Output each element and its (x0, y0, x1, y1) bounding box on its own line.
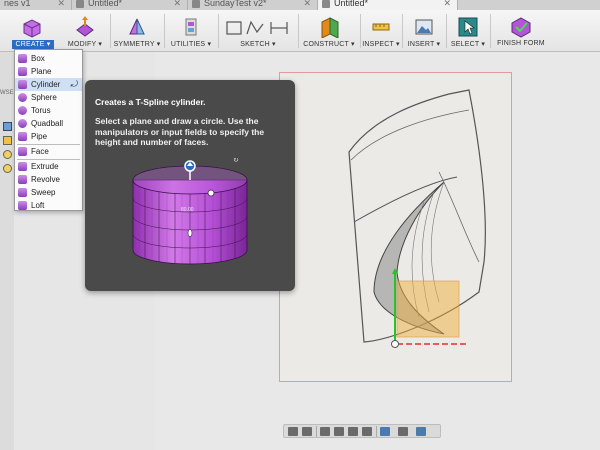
finish-form-button[interactable]: FINISH FORM (492, 10, 550, 52)
construct-menu-button[interactable]: CONSTRUCT ▾ (300, 10, 358, 52)
folder-icon[interactable] (3, 136, 12, 145)
extrude-icon (18, 162, 27, 171)
utilities-menu-button[interactable]: UTILITIES ▾ (166, 10, 216, 52)
document-icon (192, 0, 200, 8)
cylinder-icon (18, 80, 27, 89)
tooltip-description: Select a plane and draw a circle. Use th… (95, 116, 265, 147)
document-tab-bar: nes v1 ✕ Untitled* ✕ SundayTest v2* ✕ Un… (0, 0, 600, 10)
pan-icon[interactable] (320, 427, 330, 436)
loft-icon (18, 201, 27, 210)
menu-item-quadball[interactable]: Quadball (15, 117, 82, 130)
tab-document-3[interactable]: SundayTest v2* ✕ (188, 0, 318, 10)
sketch-menu-button[interactable]: SKETCH ▾ (220, 10, 296, 52)
menu-item-revolve[interactable]: Revolve (15, 173, 82, 186)
quadball-icon (18, 119, 27, 128)
tab-document-2[interactable]: Untitled* ✕ (72, 0, 188, 10)
zoom-window-icon[interactable] (348, 427, 358, 436)
sweep-icon (18, 188, 27, 197)
tab-document-4-active[interactable]: Untitled* ✕ (318, 0, 458, 10)
insert-menu-button[interactable]: INSERT ▾ (404, 10, 444, 52)
symmetry-icon (129, 18, 145, 35)
close-icon[interactable]: ✕ (173, 0, 181, 10)
document-icon (322, 0, 330, 8)
look-at-icon[interactable] (302, 427, 312, 436)
close-icon[interactable]: ✕ (303, 0, 311, 10)
zoom-dropdown-icon[interactable] (362, 427, 372, 436)
modify-form-icon (76, 16, 94, 37)
select-cursor-icon (458, 17, 478, 37)
menu-item-cylinder[interactable]: Cylinder ⤾ (15, 78, 82, 91)
lightbulb-icon[interactable] (3, 150, 12, 159)
inspect-menu-button[interactable]: INSPECT ▾ (362, 10, 400, 52)
menu-item-sweep[interactable]: Sweep (15, 186, 82, 199)
viewports-icon[interactable] (416, 427, 426, 436)
document-icon (76, 0, 84, 8)
select-menu-button[interactable]: SELECT ▾ (448, 10, 488, 52)
torus-icon (18, 106, 27, 115)
cylinder-illustration: 80.00 ↻ (132, 158, 248, 265)
component-icon[interactable] (3, 122, 12, 131)
browser-panel (0, 52, 14, 450)
menu-item-face[interactable]: Face (15, 145, 82, 158)
rotate-icon: ↻ (233, 158, 239, 164)
close-icon[interactable]: ✕ (57, 0, 65, 10)
zoom-icon[interactable] (334, 427, 344, 436)
menu-item-loft[interactable]: Loft (15, 199, 82, 212)
revolve-icon (18, 175, 27, 184)
display-settings-icon[interactable] (380, 427, 390, 436)
close-icon[interactable]: ✕ (443, 0, 451, 10)
plane-icon (18, 67, 27, 76)
modify-menu-button[interactable]: MODIFY ▾ (62, 10, 108, 52)
sketch-tools-icon (226, 20, 288, 35)
menu-item-plane[interactable]: Plane (15, 65, 82, 78)
box-icon (18, 54, 27, 63)
measure-icon (372, 23, 390, 31)
finish-form-icon (511, 17, 531, 38)
tooltip-title: Creates a T-Spline cylinder. (95, 97, 206, 107)
menu-item-extrude[interactable]: Extrude (15, 160, 82, 173)
command-tooltip: Creates a T-Spline cylinder. Select a pl… (85, 80, 295, 291)
lightbulb-icon[interactable] (3, 164, 12, 173)
cursor-hover-icon: ⤾ (70, 79, 79, 89)
sketch-drawing (348, 89, 486, 348)
insert-image-icon (415, 19, 433, 35)
face-icon (18, 147, 27, 156)
menu-item-pipe[interactable]: Pipe (15, 130, 82, 143)
ribbon-toolbar: CREATE ▾ MODIFY ▾ SYMMETRY ▾ UTILITIES ▾… (0, 10, 600, 52)
menu-item-box[interactable]: Box (15, 52, 82, 65)
create-menu-button[interactable]: CREATE ▾ (0, 10, 62, 52)
sphere-icon (18, 93, 27, 102)
symmetry-menu-button[interactable]: SYMMETRY ▾ (112, 10, 162, 52)
orbit-icon[interactable] (288, 427, 298, 436)
navigation-bar (283, 424, 441, 438)
tspline-box-icon (23, 19, 41, 38)
menu-item-sphere[interactable]: Sphere (15, 91, 82, 104)
create-dropdown-menu: Box Plane Cylinder ⤾ Sphere Torus Quadbal… (14, 49, 83, 211)
menu-item-torus[interactable]: Torus (15, 104, 82, 117)
pipe-icon (18, 132, 27, 141)
grid-settings-icon[interactable] (398, 427, 408, 436)
construct-plane-icon (321, 17, 339, 38)
tab-document-1[interactable]: nes v1 ✕ (0, 0, 72, 10)
utilities-icon (185, 18, 197, 36)
dimension-label: 80.00 (181, 207, 194, 213)
